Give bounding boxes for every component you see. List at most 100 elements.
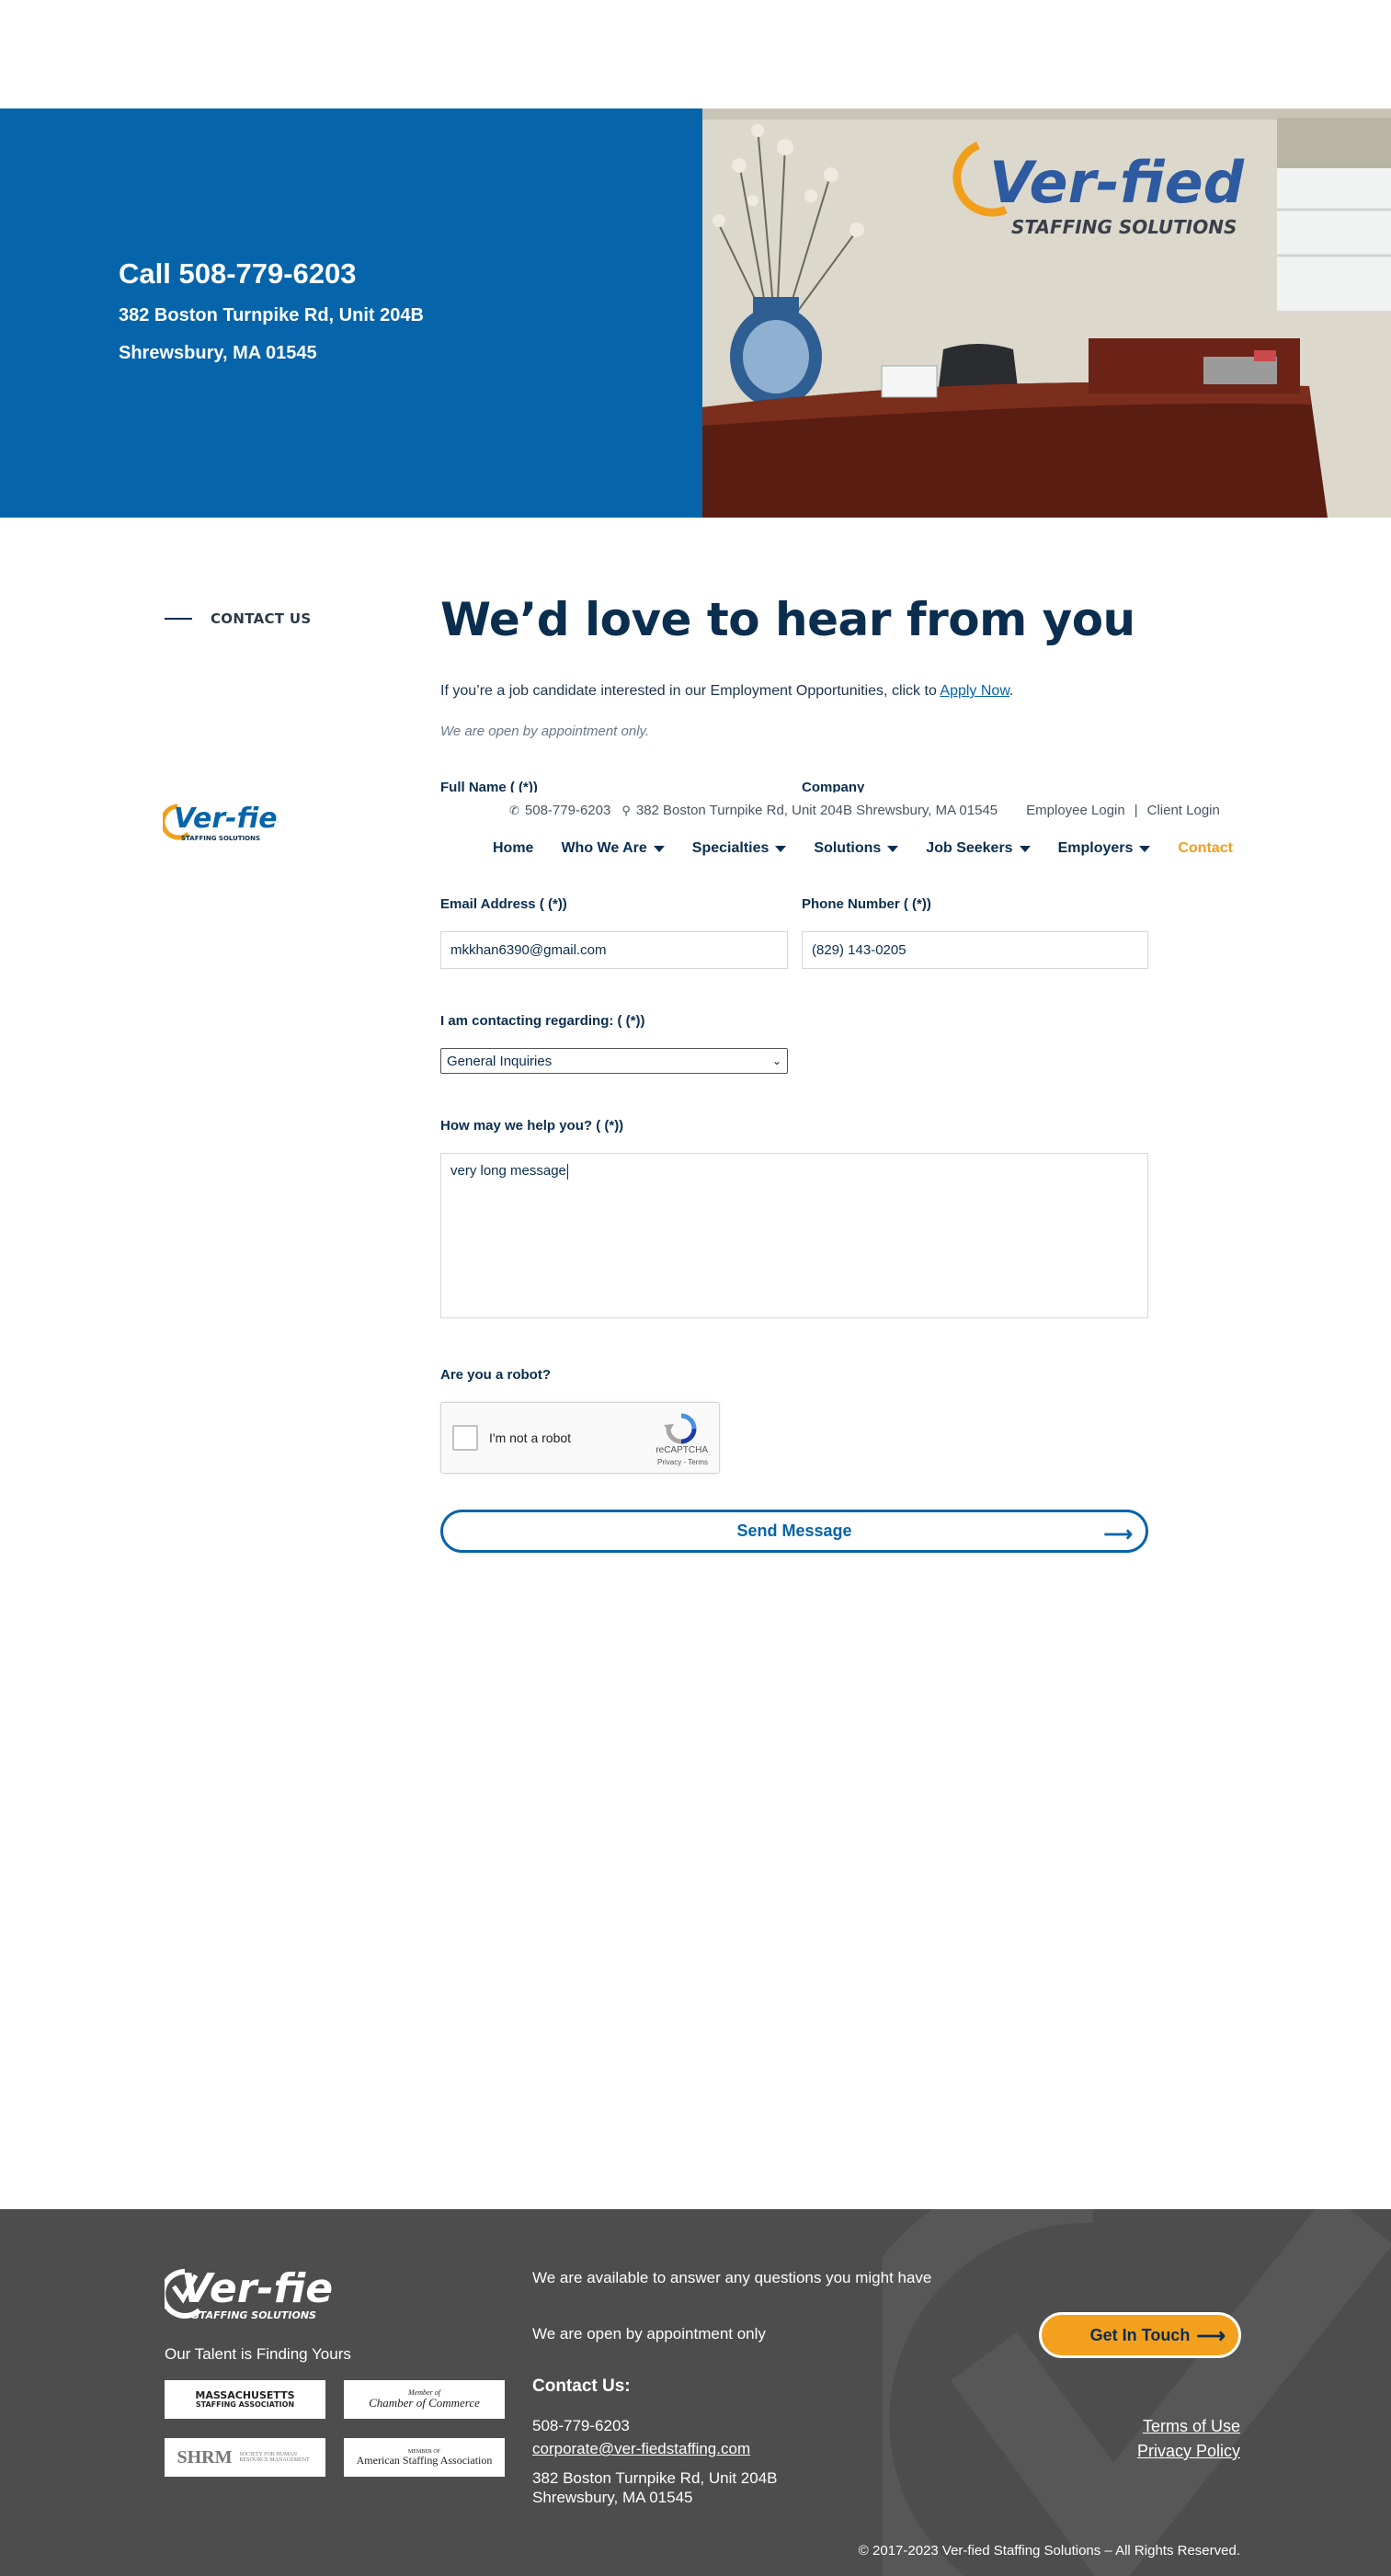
send-message-label: Send Message [736,1522,852,1540]
footer-email-wrap: corporate@ver-fiedstaffing.com [532,2440,750,2458]
section-label: CONTACT US [165,610,311,627]
hero-address-line2: Shrewsbury, MA 01545 [119,343,317,363]
apply-now-link[interactable]: Apply Now [940,683,1009,699]
footer-email-link[interactable]: corporate@ver-fiedstaffing.com [532,2440,750,2457]
regarding-selected-value: General Inquiries [447,1053,553,1069]
utility-address: 382 Boston Turnpike Rd, Unit 204B Shrews… [635,803,998,818]
nav-item-label: Specialties [691,840,770,856]
employee-login-link[interactable]: Employee Login [1026,803,1125,818]
hero-phone-heading[interactable]: Call 508-779-6203 [119,257,357,291]
utility-phone[interactable]: 508-779-6203 [525,803,610,818]
email-field[interactable] [440,931,788,969]
recaptcha-logo-icon [664,1413,697,1444]
sticky-header: Ver-fied STAFFING SOLUTIONS ✆ 508-779-62… [0,792,1391,880]
nav-item-who-we-are[interactable]: Who We Are [561,840,665,857]
chevron-down-icon: ⌄ [771,1054,781,1067]
site-footer: Ver-fied STAFFING SOLUTIONS Our Talent i… [0,2209,1391,2576]
svg-text:Ver-fied: Ver-fied [174,803,279,835]
client-login-link[interactable]: Client Login [1147,803,1220,818]
recaptcha-label: I'm not a robot [489,1430,572,1445]
caret-down-icon [653,845,665,852]
hero-address-line1: 382 Boston Turnpike Rd, Unit 204B [119,305,424,325]
svg-text:STAFFING SOLUTIONS: STAFFING SOLUTIONS [1011,216,1237,238]
text-cursor [566,1163,568,1180]
regarding-label: I am contacting regarding: ( (*)) [440,1013,645,1029]
footer-available-text: We are available to answer any questions… [532,2269,932,2286]
hero-banner: Call 508-779-6203 382 Boston Turnpike Rd… [0,108,1391,518]
caret-down-icon [775,845,787,852]
footer-appointment-text: We are open by appointment only [532,2325,766,2342]
nav-item-label: Contact [1178,840,1233,856]
badge-line2: Chamber of Commerce [369,2396,480,2411]
footer-tagline: Our Talent is Finding Yours [165,2345,351,2363]
nav-item-solutions[interactable]: Solutions [814,840,899,857]
main-nav: Home Who We Are Specialties Solutions Jo… [493,840,1233,857]
office-reception-image: Ver-fied STAFFING SOLUTIONS [702,108,1391,518]
apply-intro: If you’re a job candidate interested in … [440,683,1013,700]
shrm-badge[interactable]: SHRM SOCIETY FOR HUMAN RESOURCE MANAGEMEN… [165,2438,325,2477]
nav-item-label: Employers [1057,840,1134,856]
badge-line2: SOCIETY FOR HUMAN RESOURCE MANAGEMENT [239,2451,310,2463]
badge-line2: American Staffing Association [356,2453,493,2467]
message-text: very long message [450,1163,566,1179]
footer-contact-heading: Contact Us: [532,2377,631,2396]
regarding-select[interactable]: General Inquiries ⌄ [440,1048,788,1074]
send-message-button[interactable]: Send Message ⟶ [440,1510,1148,1553]
nav-item-job-seekers[interactable]: Job Seekers [926,840,1031,857]
asa-badge[interactable]: MEMBER OF American Staffing Association [344,2438,505,2477]
robot-label: Are you a robot? [440,1367,552,1383]
terms-of-use-link[interactable]: Terms of Use [1143,2417,1240,2436]
arrow-right-icon: ⟶ [1196,2324,1226,2347]
get-in-touch-label: Get In Touch [1089,2325,1191,2344]
caret-down-icon [1139,845,1151,852]
section-label-rule [165,618,192,620]
recaptcha-checkbox[interactable] [452,1425,478,1451]
caret-down-icon [887,845,899,852]
recaptcha-widget: I'm not a robot reCAPTCHA Privacy - Term… [440,1402,720,1474]
recaptcha-terms-link[interactable]: Privacy - Terms [657,1458,708,1466]
nav-item-label: Who We Are [561,840,647,856]
nav-item-label: Job Seekers [926,840,1013,856]
mass-staffing-badge[interactable]: MASSACHUSETTS STAFFING ASSOCIATION [165,2380,325,2419]
nav-item-employers[interactable]: Employers [1058,840,1151,857]
phone-icon: ✆ [509,803,519,817]
footer-phone[interactable]: 508-779-6203 [532,2417,630,2435]
utility-bar: ✆ 508-779-6203 ⚲ 382 Boston Turnpike Rd,… [509,803,1220,818]
caret-down-icon [1019,845,1031,852]
apply-intro-end: . [1009,683,1014,699]
hero-contact-panel: Call 508-779-6203 382 Boston Turnpike Rd… [0,108,702,518]
phone-label: Phone Number ( (*)) [802,896,931,912]
nav-item-home[interactable]: Home [493,840,533,857]
checkmark-watermark-icon [883,2209,1391,2576]
email-label: Email Address ( (*)) [440,896,567,912]
footer-address-line2: Shrewsbury, MA 01545 [532,2489,693,2506]
badge-line1: MASSACHUSETTS [195,2389,295,2402]
recaptcha-brand: reCAPTCHA [656,1445,708,1455]
nav-item-specialties[interactable]: Specialties [692,840,787,857]
svg-text:Ver-fied: Ver-fied [989,149,1245,216]
nav-item-label: Home [493,840,534,856]
chamber-badge[interactable]: Member of Chamber of Commerce [344,2380,505,2419]
message-label: How may we help you? ( (*)) [440,1118,624,1134]
nav-item-label: Solutions [814,840,882,856]
badge-line1: SHRM [177,2446,233,2468]
get-in-touch-button[interactable]: Get In Touch ⟶ [1039,2312,1241,2358]
svg-text:Ver-fied: Ver-fied [181,2265,332,2312]
nav-item-contact[interactable]: Contact [1178,840,1233,857]
map-pin-icon: ⚲ [621,803,631,817]
svg-text:STAFFING SOLUTIONS: STAFFING SOLUTIONS [192,2309,316,2321]
section-label-text: CONTACT US [211,610,312,627]
badge-line2: STAFFING ASSOCIATION [195,2399,295,2409]
footer-logo[interactable]: Ver-fied STAFFING SOLUTIONS [165,2263,332,2323]
footer-address-line1: 382 Boston Turnpike Rd, Unit 204B [532,2469,778,2487]
arrow-right-icon: ⟶ [1103,1522,1133,1545]
privacy-policy-link[interactable]: Privacy Policy [1137,2442,1240,2461]
apply-intro-text: If you’re a job candidate interested in … [440,683,941,699]
site-logo[interactable]: Ver-fied STAFFING SOLUTIONS [163,799,279,845]
copyright: © 2017-2023 Ver-fied Staffing Solutions … [858,2543,1240,2559]
svg-text:STAFFING SOLUTIONS: STAFFING SOLUTIONS [181,835,260,842]
message-textarea[interactable]: very long message [440,1153,1148,1318]
page-title: We’d love to hear from you [440,593,1135,646]
login-separator: | [1134,803,1138,818]
phone-field[interactable] [802,931,1148,969]
